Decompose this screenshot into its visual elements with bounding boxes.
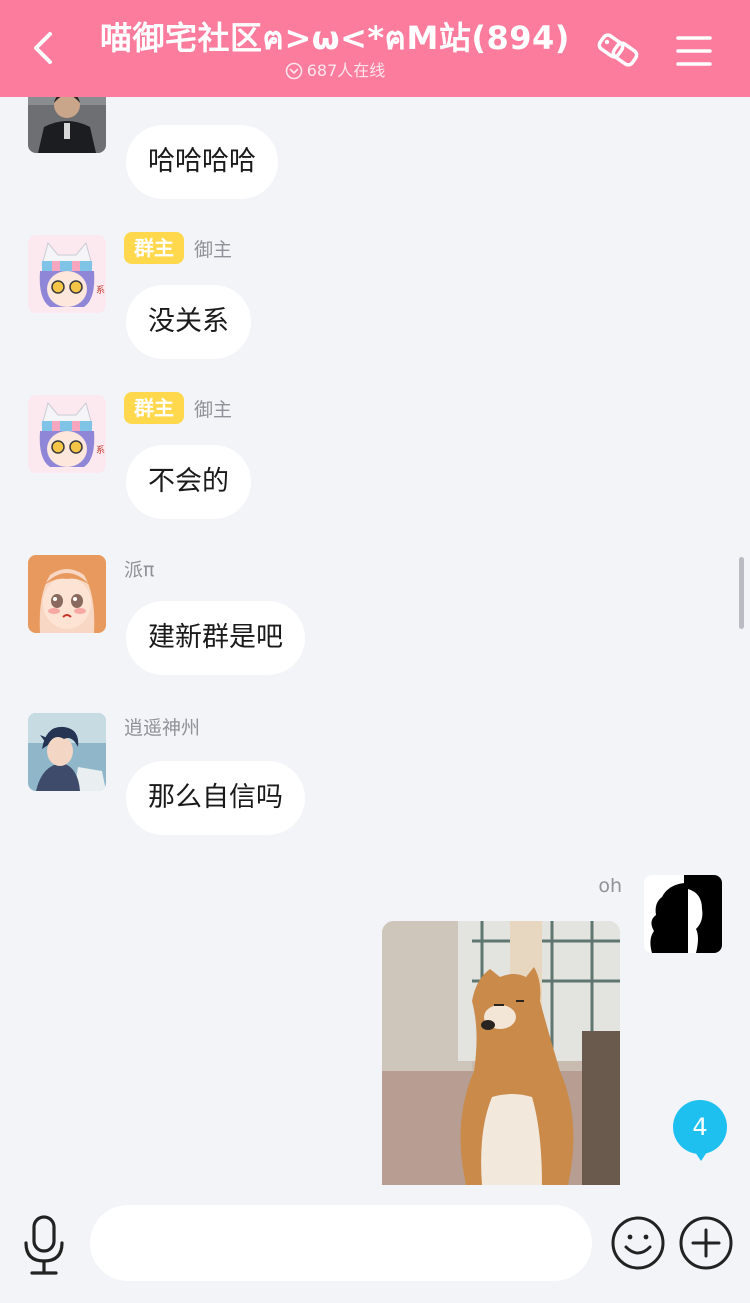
- sender-name[interactable]: 御主: [194, 395, 232, 422]
- sender-line: 派π: [124, 551, 154, 585]
- message-bubble[interactable]: 建新群是吧: [126, 601, 305, 675]
- owner-badge: 群主: [124, 392, 184, 424]
- svg-text:系: 系: [96, 285, 105, 296]
- microphone-icon[interactable]: [16, 1213, 72, 1277]
- message-bubble[interactable]: 不会的: [126, 445, 251, 519]
- group-title: 喵御宅社区ฅ>ω<*ฅM站(894): [100, 19, 570, 57]
- avatar[interactable]: [28, 713, 106, 791]
- emoji-icon[interactable]: [610, 1215, 666, 1271]
- my-avatar[interactable]: [644, 875, 722, 953]
- unread-count-badge[interactable]: 4: [673, 1100, 727, 1161]
- avatar[interactable]: [28, 555, 106, 633]
- my-sender-name: oh: [598, 875, 622, 897]
- plus-icon[interactable]: [678, 1215, 734, 1271]
- avatar[interactable]: 系: [28, 235, 106, 313]
- input-bar: [0, 1185, 750, 1303]
- chevron-down-icon: [285, 62, 303, 80]
- message-bubble[interactable]: 那么自信吗: [126, 761, 305, 835]
- sender-line: 群主 御主: [124, 391, 232, 425]
- sender-line: 群主 御主: [124, 231, 232, 265]
- sender-name[interactable]: 逍遥神州: [124, 713, 200, 740]
- avatar[interactable]: 系: [28, 395, 106, 473]
- message-list[interactable]: 哈哈哈哈 系 群主 御主 没关系 系 群主 御主 不会的 派π 建新群是吧 逍遥…: [0, 97, 750, 1185]
- avatar[interactable]: [28, 97, 106, 153]
- sender-line: 逍遥神州: [124, 709, 200, 743]
- owner-badge: 群主: [124, 232, 184, 264]
- message-bubble[interactable]: 没关系: [126, 285, 251, 359]
- sender-name[interactable]: 御主: [194, 235, 232, 262]
- back-arrow-icon[interactable]: [18, 22, 70, 74]
- online-count: 687人在线: [306, 61, 386, 80]
- menu-icon[interactable]: [668, 24, 720, 76]
- image-message[interactable]: [382, 921, 620, 1185]
- link-icon[interactable]: [592, 24, 644, 76]
- scrollbar-thumb[interactable]: [739, 557, 744, 629]
- message-input[interactable]: [90, 1205, 592, 1281]
- sender-name[interactable]: 派π: [124, 555, 154, 582]
- online-status: 687人在线: [100, 60, 570, 82]
- svg-text:系: 系: [96, 445, 105, 456]
- chat-screen: 喵御宅社区ฅ>ω<*ฅM站(894) 687人在线 哈哈哈哈 系 群主 御主 没…: [0, 0, 750, 1303]
- title-block: 喵御宅社区ฅ>ω<*ฅM站(894) 687人在线: [100, 18, 570, 82]
- chat-header: 喵御宅社区ฅ>ω<*ฅM站(894) 687人在线: [0, 0, 750, 97]
- message-bubble[interactable]: 哈哈哈哈: [126, 125, 278, 199]
